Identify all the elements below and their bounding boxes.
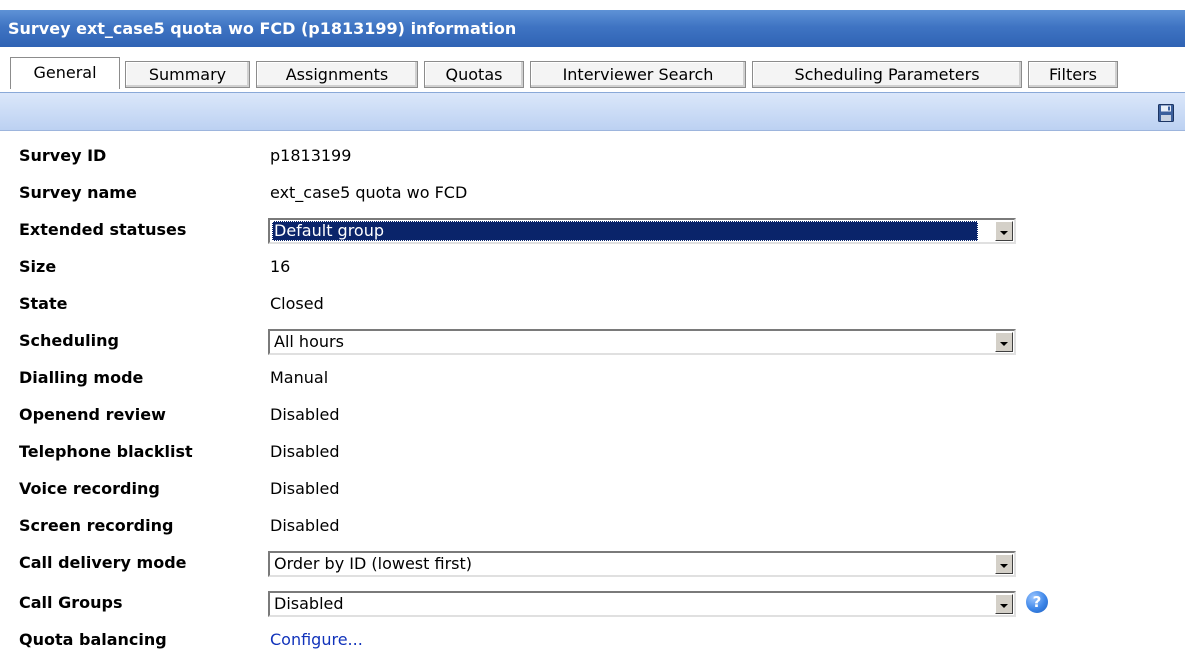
field-scheduling: Scheduling All hours [0,326,1185,356]
field-value: Disabled [270,516,340,535]
field-value: ext_case5 quota wo FCD [270,183,468,202]
field-value: Closed [270,294,324,313]
field-label: State [19,294,68,313]
chevron-down-icon[interactable] [995,221,1013,241]
selected-option: Disabled [274,594,344,613]
floppy-disk-save-icon[interactable] [1158,104,1174,122]
tab-summary[interactable]: Summary [125,61,250,88]
field-label: Size [19,257,57,276]
field-size: Size 16 [0,252,1185,282]
field-label: Openend review [19,405,166,424]
field-value: Disabled [270,442,340,461]
tab-filters[interactable]: Filters [1028,61,1118,88]
field-label: Extended statuses [19,220,187,239]
field-value: Manual [270,368,329,387]
field-screen-recording: Screen recording Disabled [0,511,1185,541]
field-voice-recording: Voice recording Disabled [0,474,1185,504]
tab-strip: General Summary Assignments Quotas Inter… [0,47,1185,93]
field-label: Voice recording [19,479,160,498]
field-value: 16 [270,257,291,276]
field-label: Survey ID [19,146,107,165]
field-call-delivery-mode: Call delivery mode Order by ID (lowest f… [0,548,1185,578]
field-label: Dialling mode [19,368,144,387]
field-label: Screen recording [19,516,174,535]
toolbar [0,93,1185,131]
field-value: Disabled [270,405,340,424]
field-label: Survey name [19,183,137,202]
tab-general[interactable]: General [10,57,120,89]
chevron-down-icon[interactable] [995,594,1013,614]
extended-statuses-select[interactable]: Default group [268,218,1016,244]
field-label: Call delivery mode [19,553,187,572]
field-quota-balancing: Quota balancing Configure... [0,625,1185,655]
window-title: Survey ext_case5 quota wo FCD (p1813199)… [8,19,517,38]
tab-quotas[interactable]: Quotas [424,61,524,88]
field-dialling-mode: Dialling mode Manual [0,363,1185,393]
field-telephone-blacklist: Telephone blacklist Disabled [0,437,1185,467]
window-title-bar: Survey ext_case5 quota wo FCD (p1813199)… [0,10,1185,47]
tab-scheduling-parameters[interactable]: Scheduling Parameters [752,61,1022,88]
field-extended-statuses: Extended statuses Default group [0,215,1185,245]
field-survey-name: Survey name ext_case5 quota wo FCD [0,178,1185,208]
tab-interviewer-search[interactable]: Interviewer Search [530,61,746,88]
scheduling-select[interactable]: All hours [268,329,1016,355]
help-icon[interactable]: ? [1026,591,1048,613]
field-label: Call Groups [19,593,123,612]
field-label: Telephone blacklist [19,442,193,461]
field-label: Scheduling [19,331,119,350]
chevron-down-icon[interactable] [995,332,1013,352]
call-delivery-mode-select[interactable]: Order by ID (lowest first) [268,551,1016,577]
field-state: State Closed [0,289,1185,319]
field-value: Disabled [270,479,340,498]
field-value: p1813199 [270,146,352,165]
tab-assignments[interactable]: Assignments [256,61,418,88]
call-groups-select[interactable]: Disabled [268,591,1016,617]
chevron-down-icon[interactable] [995,554,1013,574]
selected-option: All hours [274,332,344,351]
field-openend-review: Openend review Disabled [0,400,1185,430]
field-label: Quota balancing [19,630,167,649]
field-call-groups: Call Groups Disabled ? [0,588,1185,618]
configure-link[interactable]: Configure... [270,625,363,655]
selected-option: Default group [272,221,978,241]
field-survey-id: Survey ID p1813199 [0,141,1185,171]
selected-option: Order by ID (lowest first) [274,554,472,573]
